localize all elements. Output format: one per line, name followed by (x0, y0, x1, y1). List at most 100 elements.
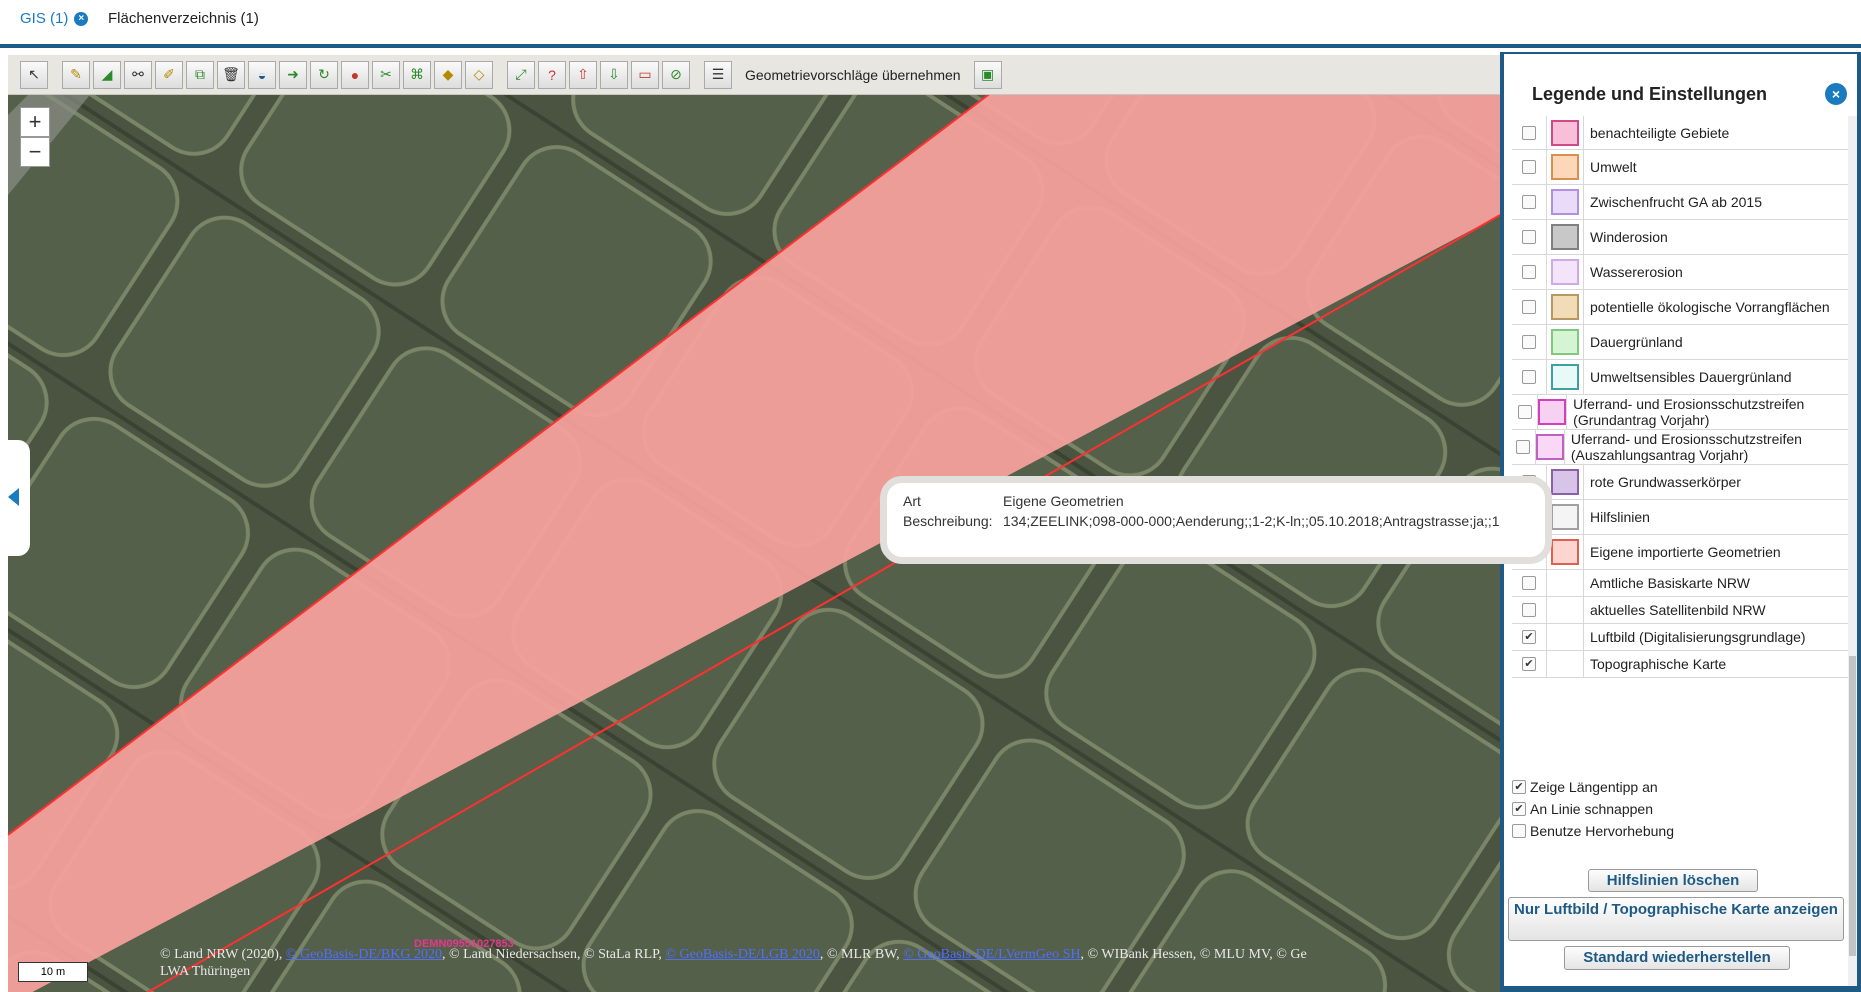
layer-row: ✔Hilfslinien (1512, 500, 1848, 535)
pencil-icon[interactable]: ✎ (62, 60, 90, 89)
attribution-link[interactable]: © GeoBasis-DE/BKG 2020 (286, 947, 442, 962)
pointer-icon[interactable]: ↖ (20, 60, 48, 89)
edit-icon[interactable]: ✐ (155, 60, 183, 89)
tab-gis[interactable]: GIS (1) × (20, 10, 89, 27)
geometry-suggestions-label[interactable]: Geometrievorschläge übernehmen (745, 67, 961, 83)
only-aerial-topo-button[interactable]: Nur Luftbild / Topographische Karte anze… (1508, 897, 1844, 941)
layer-label: rote Grundwasserkörper (1590, 474, 1741, 490)
layer-row: Zwischenfrucht GA ab 2015 (1512, 185, 1848, 220)
layer-checkbox[interactable]: ✔ (1522, 657, 1536, 671)
setting-checkbox[interactable] (1512, 824, 1526, 838)
layer-checkbox[interactable] (1522, 125, 1536, 140)
tab-gis-label: GIS (1) (20, 10, 69, 27)
zoom-out-button[interactable]: − (20, 137, 50, 167)
layer-checkbox[interactable] (1516, 440, 1531, 454)
tooltip-key: Beschreibung: (903, 513, 993, 529)
marker-icon[interactable]: ● (341, 60, 369, 89)
layer-checkbox[interactable] (1522, 370, 1536, 384)
layer-label: Winderosion (1590, 229, 1668, 245)
shape-icon[interactable]: ▭ (631, 60, 659, 89)
layer-checkbox[interactable] (1522, 300, 1536, 314)
merge-icon[interactable]: ⧉ (186, 60, 214, 89)
polygon-icon[interactable]: ◢ (93, 60, 121, 89)
lock-icon[interactable]: ⊘ (662, 60, 690, 89)
layer-row: Amtliche Basiskarte NRW (1512, 570, 1848, 597)
zoom-in-button[interactable]: + (20, 107, 50, 137)
layer-checkbox[interactable] (1522, 265, 1536, 279)
sidebar-toggle-button[interactable] (0, 440, 30, 556)
rotate-icon[interactable]: ↻ (310, 60, 338, 89)
feature-tooltip: Art Eigene Geometrien Beschreibung: 134;… (880, 476, 1552, 564)
scrollbar[interactable] (1848, 116, 1857, 986)
layer-color-swatch (1551, 364, 1579, 390)
layer-color-swatch (1535, 434, 1564, 460)
clear-helplines-button[interactable]: Hilfslinien löschen (1588, 869, 1758, 892)
tooltip-value: 134;ZEELINK;098-000-000;Aenderung;;1-2;K… (1003, 513, 1500, 529)
layer-swatch-cell (1537, 395, 1568, 429)
trash-icon[interactable]: 🗑 (217, 60, 245, 89)
paint-edit-icon[interactable]: ◇ (465, 60, 493, 89)
attribution-link[interactable]: © GeoBasis-DE/LGB 2020 (665, 947, 820, 962)
split-icon[interactable]: ⚯ (124, 60, 152, 89)
layer-row: potentielle ökologische Vorrangflächen (1512, 290, 1848, 325)
layer-color-swatch (1551, 504, 1579, 530)
apply-geometry-icon[interactable]: ▣ (973, 60, 1002, 89)
layer-checkbox[interactable] (1522, 195, 1536, 209)
tab-flaechenverzeichnis-label: Flächenverzeichnis (1) (108, 10, 259, 27)
setting-checkbox[interactable]: ✔ (1512, 780, 1526, 794)
layer-checkbox[interactable] (1522, 335, 1536, 349)
tooltip-row: Beschreibung: 134;ZEELINK;098-000-000;Ae… (903, 513, 1529, 533)
tab-flaechenverzeichnis[interactable]: Flächenverzeichnis (1) (108, 10, 259, 27)
setting-option[interactable]: Benutze Hervorhebung (1512, 820, 1674, 842)
setting-option[interactable]: ✔ Zeige Längentipp an (1512, 776, 1674, 798)
layer-checkbox[interactable] (1522, 230, 1536, 244)
layer-color-swatch (1551, 154, 1579, 180)
setting-checkbox[interactable]: ✔ (1512, 802, 1526, 816)
setting-label: Zeige Längentipp an (1530, 779, 1658, 795)
layer-label: Zwischenfrucht GA ab 2015 (1590, 194, 1762, 210)
restore-default-button[interactable]: Standard wiederherstellen (1564, 946, 1790, 970)
paint-icon[interactable]: ◆ (434, 60, 462, 89)
layer-label: Amtliche Basiskarte NRW (1590, 575, 1751, 591)
attribution-link[interactable]: © GeoBasis-DE/LVermGeo SH (903, 947, 1080, 962)
upload-icon[interactable]: ⇧ (569, 60, 597, 89)
layer-row: Winderosion (1512, 220, 1848, 255)
list-icon[interactable]: ☰ (704, 60, 732, 89)
layer-swatch-cell (1546, 255, 1584, 289)
layer-checkbox[interactable] (1517, 405, 1532, 419)
layer-label: aktuelles Satellitenbild NRW (1590, 602, 1766, 618)
layer-color-swatch (1538, 399, 1567, 425)
layer-color-swatch (1551, 539, 1579, 565)
attribution-line: © Land NRW (2020), © GeoBasis-DE/BKG 202… (160, 946, 1500, 963)
layer-checkbox[interactable] (1522, 160, 1536, 174)
attribution-text: , © MLR BW, (819, 947, 904, 962)
layer-checkbox[interactable] (1522, 576, 1536, 590)
layer-label: benachteiligte Gebiete (1590, 124, 1730, 141)
tooltip-row: Art Eigene Geometrien (903, 493, 1529, 513)
close-icon[interactable]: × (1825, 83, 1847, 105)
layer-label: Dauergrünland (1590, 334, 1683, 350)
download-icon[interactable]: ⇩ (600, 60, 628, 89)
layer-checkbox[interactable] (1522, 603, 1536, 617)
cut-icon[interactable]: ✂ (372, 60, 400, 89)
layer-checkbox[interactable]: ✔ (1522, 630, 1536, 644)
layer-row: ✔ Luftbild (Digitalisierungsgrundlage) (1512, 624, 1848, 651)
join-icon[interactable]: ⌘ (403, 60, 431, 89)
layer-swatch-cell (1546, 624, 1584, 650)
layer-label: Umweltsensibles Dauergrünland (1590, 369, 1792, 385)
close-icon[interactable]: × (74, 11, 89, 26)
scrollbar-thumb[interactable] (1849, 656, 1856, 956)
attribution-text: © Land NRW (2020), (160, 947, 286, 962)
move-icon[interactable]: ➜ (279, 60, 307, 89)
help-icon[interactable]: ? (538, 60, 566, 89)
expand-icon[interactable]: ⤢ (507, 60, 535, 89)
layer-color-swatch (1551, 119, 1579, 146)
setting-option[interactable]: ✔ An Linie schnappen (1512, 798, 1674, 820)
layer-label: Uferrand- und Erosionsschutzstreifen (Au… (1570, 431, 1802, 463)
layer-label: Luftbild (Digitalisierungsgrundlage) (1590, 629, 1806, 645)
layer-swatch-cell (1534, 430, 1565, 464)
layer-icon[interactable]: ◒ (248, 60, 276, 89)
layer-row: Wassererosion (1512, 255, 1848, 290)
map-attribution: © Land NRW (2020), © GeoBasis-DE/BKG 202… (160, 946, 1500, 980)
layer-swatch-cell (1546, 360, 1584, 394)
